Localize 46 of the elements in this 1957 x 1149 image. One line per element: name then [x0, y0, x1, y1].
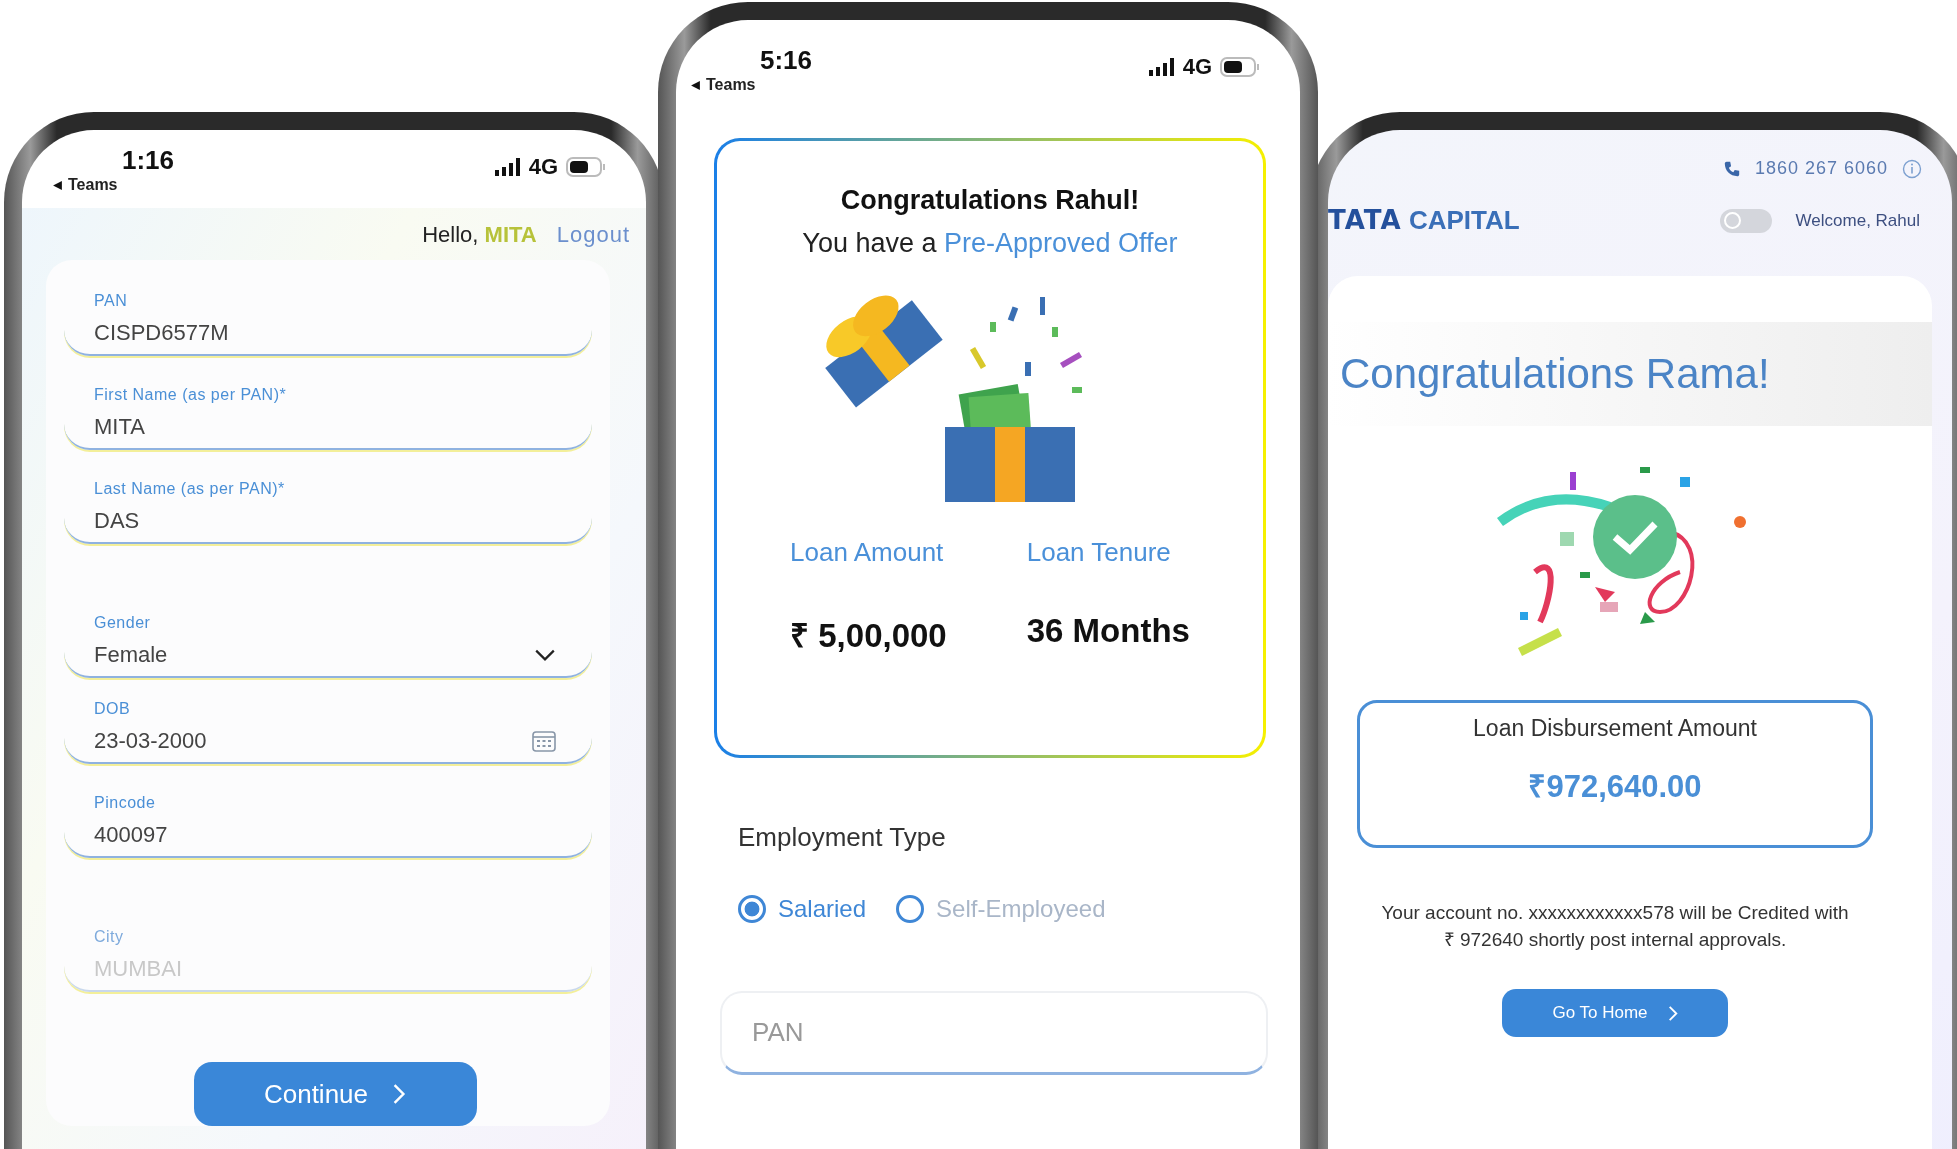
metric-label: Loan Tenure	[1026, 537, 1172, 568]
info-icon[interactable]	[1902, 158, 1922, 179]
back-arrow-icon[interactable]	[690, 79, 701, 91]
input-field[interactable]: Last Name (as per PAN)* DAS	[64, 470, 592, 544]
amount-label: Loan Disbursement Amount	[1473, 715, 1757, 742]
offer-title: Congratulations Rahul!	[840, 185, 1140, 216]
metric-label: Loan Amount	[790, 537, 945, 568]
credit-message: Your account no. xxxxxxxxxxxx578 will be Credited with ₹ 972640 shortly post internal approvals.	[1380, 901, 1850, 952]
offer-subtitle: You have a Pre-Approved Offer	[802, 228, 1178, 259]
input-field[interactable]: First Name (as per PAN)* MITA	[64, 376, 592, 450]
section-title: Employment Type	[738, 822, 947, 853]
metric-value: 36 Months	[1026, 612, 1190, 650]
input-field[interactable]: Gender Female	[64, 604, 592, 678]
metric-value: ₹ 5,00,000	[790, 616, 947, 656]
network-label: 4G	[1182, 54, 1212, 80]
continue-button[interactable]: Continue	[193, 1062, 477, 1126]
toggle-switch[interactable]	[1719, 208, 1772, 233]
phone-icon[interactable]	[1722, 159, 1741, 178]
radio-button[interactable]	[896, 895, 925, 923]
back-arrow-icon[interactable]	[52, 179, 63, 191]
radio-label[interactable]: Salaried	[778, 895, 867, 923]
status-time: 1:16	[122, 145, 175, 176]
welcome-text: Welcome, Rahul	[1795, 210, 1920, 231]
input-field[interactable]: PAN	[720, 991, 1268, 1075]
status-time: 5:16	[760, 45, 813, 76]
calendar-icon[interactable]	[532, 730, 556, 752]
signal-icon	[1148, 58, 1175, 76]
battery-icon	[1220, 57, 1260, 77]
signal-icon	[494, 158, 521, 176]
chevron-right-icon	[392, 1083, 407, 1105]
back-label[interactable]: Teams	[68, 176, 118, 194]
amount-value: ₹972,640.00	[1528, 768, 1702, 806]
input-field[interactable]: PAN CISPD6577M	[64, 282, 592, 356]
chevron-down-icon[interactable]	[534, 648, 556, 662]
greeting-text: Hello, MITA	[422, 222, 537, 248]
network-label: 4G	[528, 154, 558, 180]
radio-button[interactable]	[738, 895, 766, 923]
go-to-home-button[interactable]: Go To Home	[1502, 989, 1728, 1038]
congratulations-heading: Congratulations Rama!	[1340, 350, 1770, 398]
chevron-right-icon	[1667, 1004, 1678, 1022]
brand-logo: TATA CAPITAL	[1328, 205, 1520, 236]
back-label[interactable]: Teams	[706, 76, 756, 94]
support-phone[interactable]: 1860 267 6060	[1754, 158, 1888, 179]
input-field[interactable]: DOB 23-03-2000	[64, 690, 592, 764]
input-field[interactable]: Pincode 400097	[64, 784, 592, 858]
battery-icon	[566, 157, 606, 177]
